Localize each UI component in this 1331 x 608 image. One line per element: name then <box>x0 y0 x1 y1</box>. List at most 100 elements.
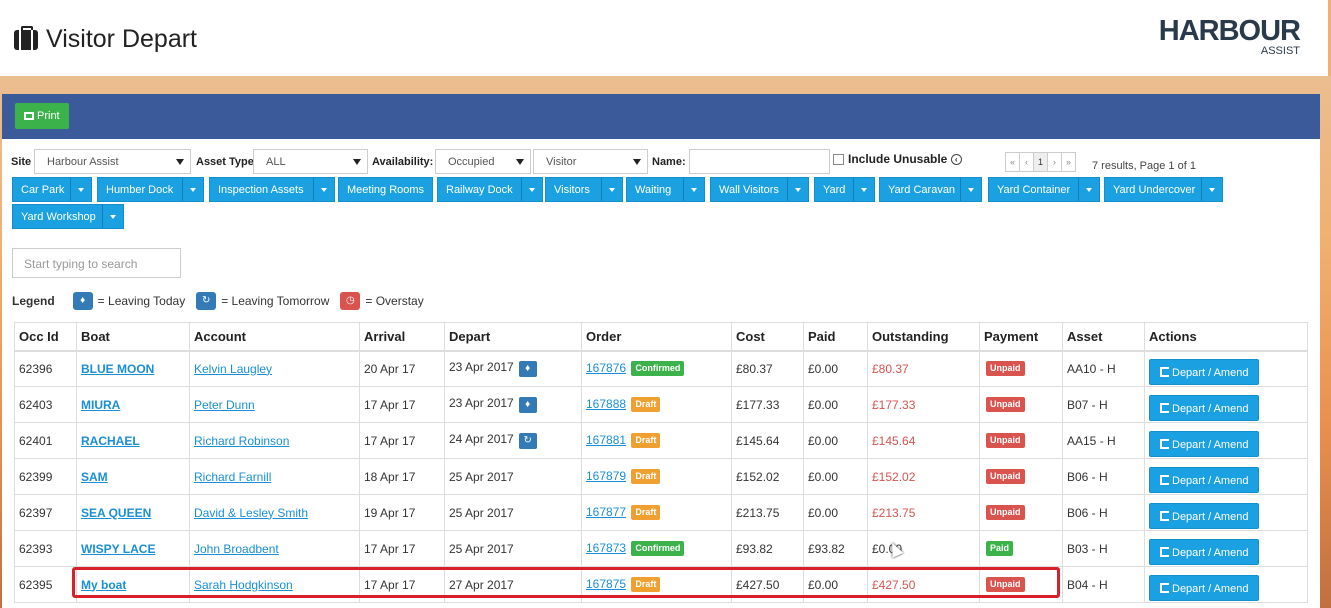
depart-cell: 25 Apr 2017 <box>444 458 582 495</box>
chevron-down-icon <box>353 159 361 165</box>
boat-link[interactable]: BLUE MOON <box>81 362 154 376</box>
include-unusable-checkbox[interactable] <box>833 154 844 165</box>
category-humber-dock[interactable]: Humber Dock <box>97 177 204 202</box>
search-input[interactable]: Start typing to search <box>12 248 181 278</box>
category-yard-workshop[interactable]: Yard Workshop <box>12 204 124 229</box>
boat-link[interactable]: WISPY LACE <box>81 542 155 556</box>
occ-id-cell: 62393 <box>14 530 77 567</box>
caret-down-icon[interactable] <box>70 178 91 201</box>
depart-amend-button[interactable]: Depart / Amend <box>1149 394 1260 421</box>
caret-down-icon[interactable] <box>601 178 622 201</box>
account-link[interactable]: Richard Robinson <box>194 434 289 448</box>
caret-down-icon[interactable] <box>787 178 808 201</box>
info-icon[interactable]: ‹ <box>950 154 962 165</box>
site-value: Harbour Assist <box>47 156 119 168</box>
order-link[interactable]: 167876 <box>586 361 626 375</box>
boat-link[interactable]: RACHAEL <box>81 434 140 448</box>
order-link[interactable]: 167877 <box>586 505 626 519</box>
page-1-button[interactable]: 1 <box>1033 152 1048 172</box>
caret-down-icon[interactable] <box>521 178 542 201</box>
order-link[interactable]: 167881 <box>586 433 626 447</box>
table-row: 62399 SAM Richard Farnill 18 Apr 17 25 Apr 2… <box>14 458 1308 495</box>
caret-down-icon[interactable] <box>683 178 704 201</box>
depart-date: 24 Apr 2017 <box>449 432 514 446</box>
caret-down-icon[interactable] <box>960 178 981 201</box>
depart-cell: 23 Apr 2017 ♦ <box>444 350 582 387</box>
caret-down-icon[interactable] <box>1201 178 1222 201</box>
account-link[interactable]: John Broadbent <box>194 542 279 556</box>
depart-amend-button[interactable]: Depart / Amend <box>1149 430 1260 457</box>
category-inspection-assets[interactable]: Inspection Assets <box>209 177 335 202</box>
paid-cell: £0.00 <box>803 458 868 495</box>
category-yard-caravan[interactable]: Yard Caravan <box>879 177 982 202</box>
col-cost[interactable]: Cost <box>731 322 804 352</box>
category-meeting-rooms[interactable]: Meeting Rooms <box>338 177 433 202</box>
outstanding-cell: £213.75 <box>867 494 980 531</box>
depart-amend-button[interactable]: Depart / Amend <box>1149 358 1260 385</box>
print-label: Print <box>37 110 60 122</box>
availability-select[interactable]: Occupied <box>435 149 531 174</box>
category-label: Visitors <box>554 184 590 196</box>
col-outstanding[interactable]: Outstanding <box>867 322 980 352</box>
legend-overstay: = Overstay <box>365 294 424 308</box>
order-link[interactable]: 167873 <box>586 541 626 555</box>
boat-link[interactable]: MIURA <box>81 398 120 412</box>
col-payment[interactable]: Payment <box>979 322 1063 352</box>
caret-down-icon[interactable] <box>853 178 874 201</box>
category-visitors[interactable]: Visitors <box>545 177 623 202</box>
asset-cell: B04 - H <box>1062 566 1145 603</box>
depart-amend-button[interactable]: Depart / Amend <box>1149 538 1260 565</box>
category-label: Humber Dock <box>106 184 174 196</box>
arrival-cell: 19 Apr 17 <box>359 494 445 531</box>
site-label: Site <box>11 156 32 168</box>
boat-link[interactable]: SEA QUEEN <box>81 506 151 520</box>
caret-down-icon[interactable] <box>1078 178 1099 201</box>
site-select[interactable]: Harbour Assist <box>34 149 191 174</box>
visitor-select[interactable]: Visitor <box>533 149 648 174</box>
depart-cell: 25 Apr 2017 <box>444 494 582 531</box>
category-railway-dock[interactable]: Railway Dock <box>437 177 543 202</box>
print-button[interactable]: Print <box>15 103 69 129</box>
first-page-button[interactable]: « <box>1005 152 1020 172</box>
category-yard-container[interactable]: Yard Container <box>988 177 1100 202</box>
col-occ-id[interactable]: Occ Id <box>14 322 77 352</box>
depart-amend-button[interactable]: Depart / Amend <box>1149 466 1260 493</box>
caret-down-icon[interactable] <box>102 205 123 228</box>
payment-cell: Unpaid <box>979 422 1063 459</box>
col-depart[interactable]: Depart <box>444 322 582 352</box>
prev-page-button[interactable]: ‹ <box>1019 152 1034 172</box>
next-page-button[interactable]: › <box>1047 152 1062 172</box>
cost-cell: £93.82 <box>731 530 804 567</box>
col-order[interactable]: Order <box>581 322 732 352</box>
depart-amend-label: Depart / Amend <box>1172 366 1249 379</box>
caret-down-icon[interactable] <box>313 178 334 201</box>
category-label: Yard Undercover <box>1113 184 1196 196</box>
caret-down-icon[interactable] <box>182 178 203 201</box>
paid-cell: £93.82 <box>803 530 868 567</box>
col-arrival[interactable]: Arrival <box>359 322 445 352</box>
account-link[interactable]: Kelvin Laugley <box>194 362 272 376</box>
col-asset[interactable]: Asset <box>1062 322 1145 352</box>
category-yard[interactable]: Yard <box>814 177 875 202</box>
category-car-park[interactable]: Car Park <box>12 177 92 202</box>
category-wall-visitors[interactable]: Wall Visitors <box>710 177 809 202</box>
order-link[interactable]: 167888 <box>586 397 626 411</box>
order-link[interactable]: 167879 <box>586 469 626 483</box>
depart-amend-button[interactable]: Depart / Amend <box>1149 502 1260 529</box>
category-label: Yard Container <box>997 184 1071 196</box>
col-account[interactable]: Account <box>189 322 360 352</box>
actions-cell: Depart / Amend <box>1144 530 1308 567</box>
account-link[interactable]: David & Lesley Smith <box>194 506 308 520</box>
asset-type-select[interactable]: ALL <box>253 149 368 174</box>
boat-link[interactable]: SAM <box>81 470 108 484</box>
depart-amend-button[interactable]: Depart / Amend <box>1149 574 1260 601</box>
col-paid[interactable]: Paid <box>803 322 868 352</box>
category-waiting[interactable]: Waiting <box>626 177 705 202</box>
arrival-cell: 20 Apr 17 <box>359 350 445 387</box>
category-yard-undercover[interactable]: Yard Undercover <box>1104 177 1223 202</box>
last-page-button[interactable]: » <box>1061 152 1076 172</box>
name-input[interactable] <box>689 149 830 174</box>
account-link[interactable]: Peter Dunn <box>194 398 255 412</box>
col-boat[interactable]: Boat <box>76 322 190 352</box>
account-link[interactable]: Richard Farnill <box>194 470 271 484</box>
